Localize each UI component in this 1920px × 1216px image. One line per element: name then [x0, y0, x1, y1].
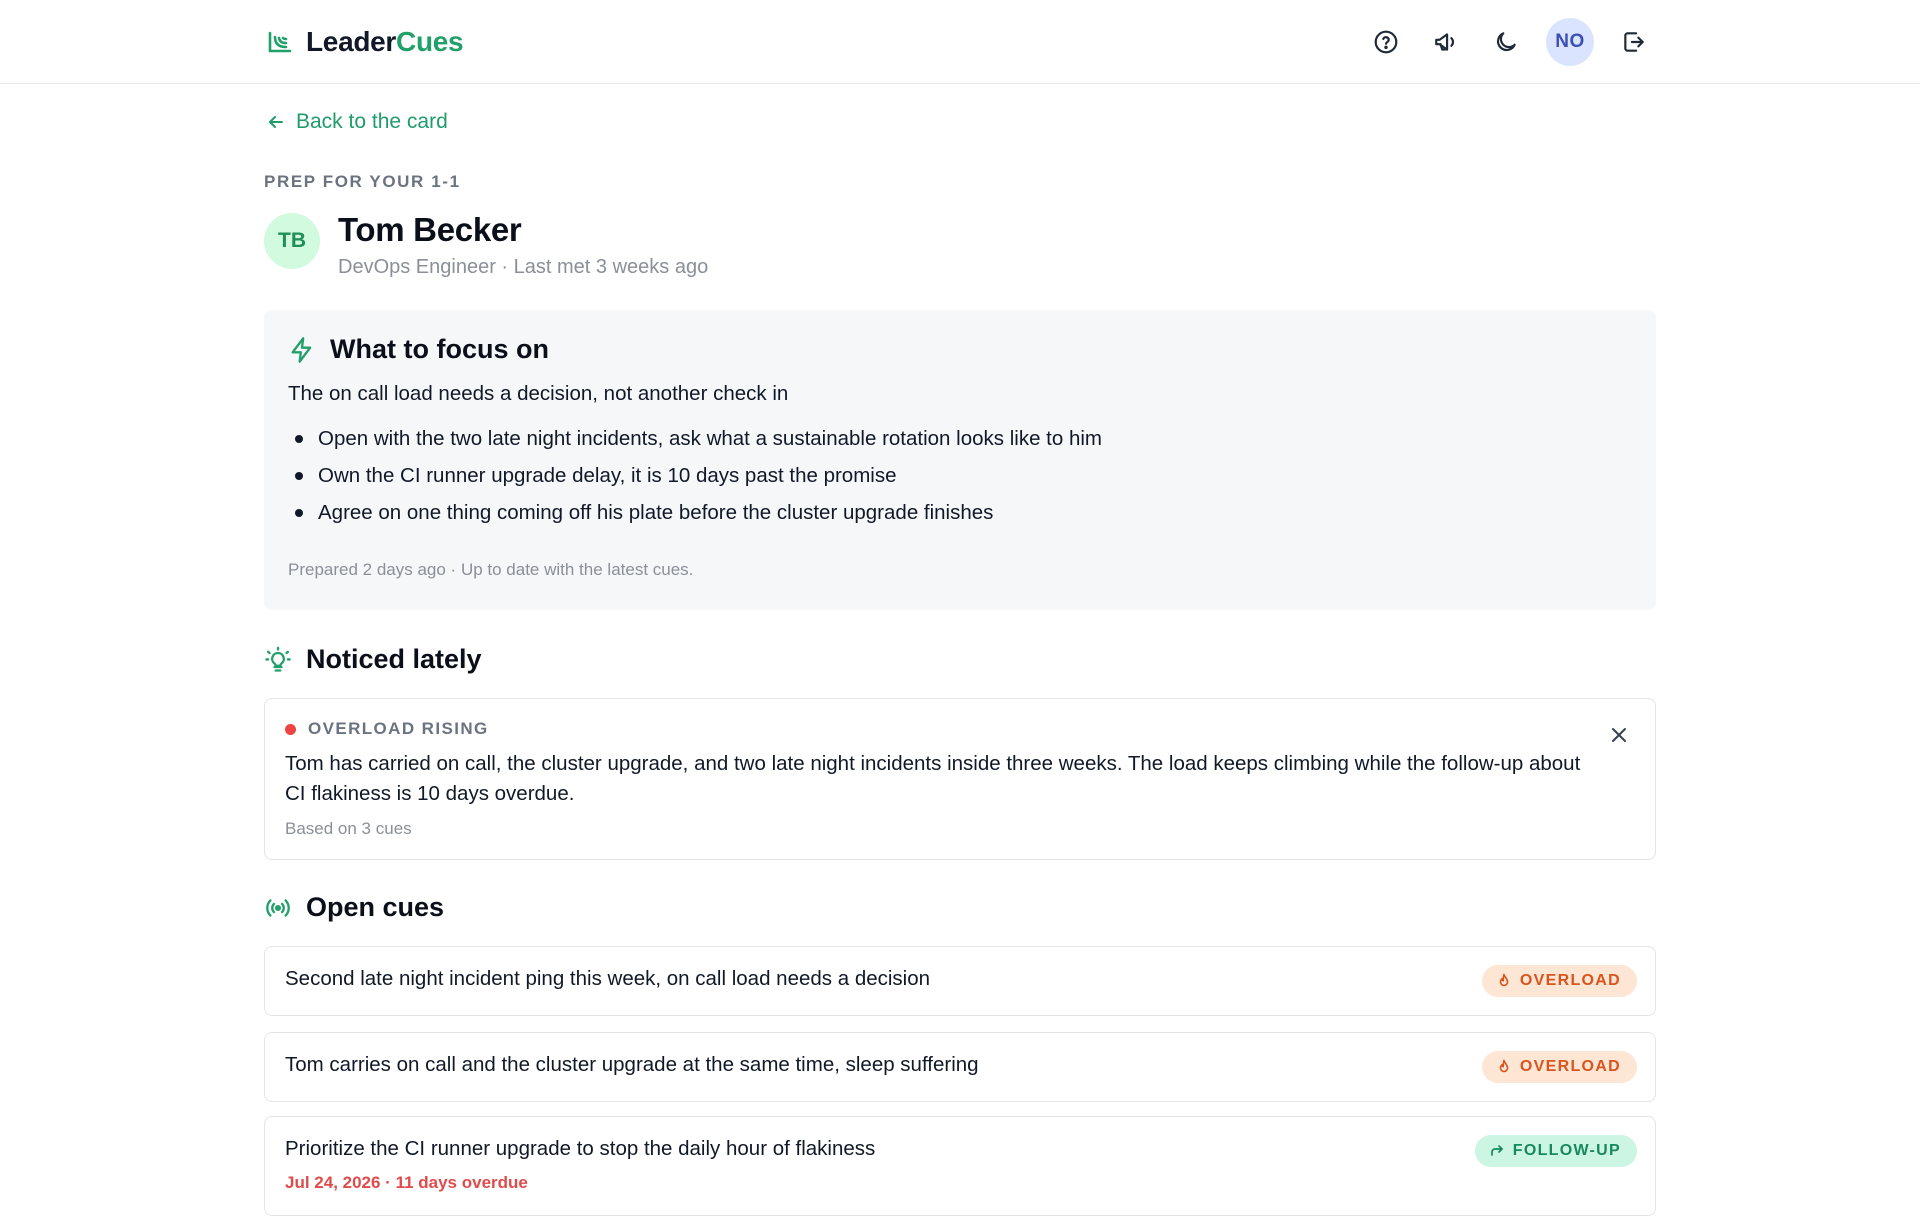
help-button[interactable]: [1366, 18, 1406, 66]
overload-badge: OVERLOAD: [1481, 965, 1637, 997]
status-dot: [285, 723, 296, 735]
logo-icon: [268, 31, 292, 53]
badge-label: OVERLOAD: [1519, 972, 1621, 989]
badge-label: FOLLOW-UP: [1512, 1142, 1621, 1159]
overload-badge: OVERLOAD: [1481, 1051, 1637, 1083]
brand-logo[interactable]: LeaderCues: [266, 24, 464, 60]
page-eyebrow: PREP FOR YOUR 1-1: [264, 172, 461, 191]
open-cues-title: Open cues: [306, 892, 445, 922]
cue-item[interactable]: Second late night incident ping this wee…: [264, 946, 1656, 1016]
back-link-label: Back to the card: [296, 110, 448, 133]
logout-button[interactable]: [1614, 18, 1654, 66]
announcements-button[interactable]: [1426, 18, 1466, 66]
noticed-heading: Noticed lately: [264, 644, 482, 675]
back-to-card-link[interactable]: Back to the card: [266, 110, 448, 134]
insight-footer: Based on 3 cues: [285, 819, 412, 838]
person-avatar: TB: [264, 213, 320, 269]
focus-card: What to focus on The on call load needs …: [264, 310, 1656, 610]
insight-tag: OVERLOAD RISING: [285, 719, 489, 739]
person-header: TB Tom Becker DevOps Engineer · Last met…: [264, 210, 708, 279]
megaphone-icon: [1435, 33, 1454, 51]
cue-text: Prioritize the CI runner upgrade to stop…: [285, 1137, 876, 1160]
list-item: Agree on one thing coming off his plate …: [288, 500, 1102, 537]
cue-text: Tom carries on call and the cluster upgr…: [285, 1053, 979, 1076]
close-icon: [1612, 728, 1626, 742]
cue-item[interactable]: Tom carries on call and the cluster upgr…: [264, 1032, 1656, 1102]
dismiss-insight-button[interactable]: [1605, 721, 1633, 749]
top-bar: LeaderCues NO: [0, 0, 1920, 84]
signal-icon: [266, 898, 290, 917]
user-avatar[interactable]: NO: [1546, 18, 1594, 66]
badge-label: OVERLOAD: [1519, 1058, 1621, 1075]
flame-icon: [1499, 1059, 1509, 1073]
focus-title: What to focus on: [330, 334, 549, 364]
header-actions: NO: [1366, 18, 1654, 66]
focus-points: Open with the two late night incidents, …: [288, 426, 1102, 537]
open-cues-heading: Open cues: [264, 892, 444, 923]
noticed-title: Noticed lately: [306, 644, 482, 674]
arrow-left-icon: [269, 116, 283, 128]
list-item: Open with the two late night incidents, …: [288, 426, 1102, 463]
focus-lead: The on call load needs a decision, not a…: [288, 382, 789, 405]
help-icon: [1374, 30, 1398, 54]
flame-icon: [1499, 973, 1509, 987]
lightbulb-icon: [265, 646, 291, 672]
insight-tag-label: OVERLOAD RISING: [308, 719, 489, 738]
person-subtitle: DevOps Engineer · Last met 3 weeks ago: [338, 256, 709, 278]
follow-up-badge: FOLLOW-UP: [1474, 1135, 1637, 1167]
page-title: Tom Becker: [338, 211, 522, 248]
insight-card: OVERLOAD RISING Tom has carried on call,…: [264, 698, 1656, 860]
theme-toggle-button[interactable]: [1486, 18, 1526, 66]
list-item: Own the CI runner upgrade delay, it is 1…: [288, 463, 1102, 500]
cue-due-date: Jul 24, 2026 · 11 days overdue: [285, 1173, 528, 1192]
cue-text: Second late night incident ping this wee…: [285, 967, 931, 990]
redo-arrow-icon: [1490, 1145, 1503, 1156]
moon-icon: [1496, 32, 1516, 52]
insight-body: Tom has carried on call, the cluster upg…: [285, 752, 1581, 805]
focus-footer: Prepared 2 days ago · Up to date with th…: [288, 560, 694, 579]
focus-heading: What to focus on: [288, 334, 549, 365]
logout-icon: [1624, 32, 1644, 52]
cue-item[interactable]: Prioritize the CI runner upgrade to stop…: [264, 1116, 1656, 1216]
brand-name: LeaderCues: [306, 26, 464, 57]
lightning-icon: [291, 336, 312, 363]
